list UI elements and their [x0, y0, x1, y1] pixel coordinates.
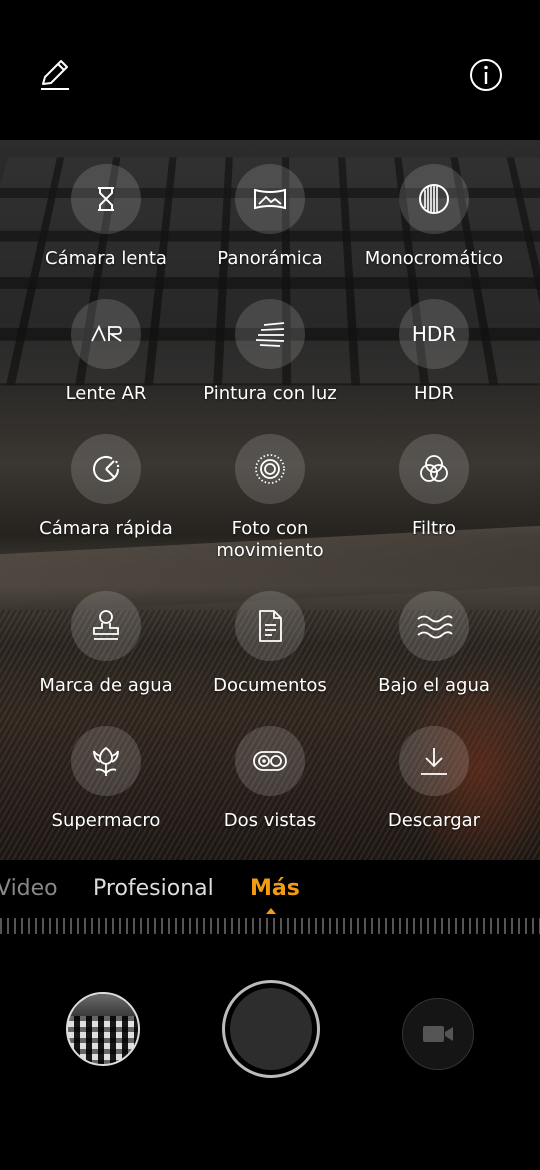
watermark-stamp-icon [71, 591, 141, 661]
panorama-icon [235, 164, 305, 234]
mode-monochrome[interactable]: Monocromático [344, 164, 524, 270]
camera-controls [0, 940, 540, 1170]
mode-label: Panorámica [217, 248, 323, 269]
mode-download[interactable]: Descargar [344, 726, 524, 832]
mode-light-painting[interactable]: Pintura con luz [180, 299, 360, 405]
video-camera-icon[interactable] [402, 998, 474, 1070]
pencil-icon[interactable] [34, 55, 74, 95]
download-icon [399, 726, 469, 796]
shutter-button[interactable] [222, 980, 320, 1078]
mode-label: Filtro [411, 518, 457, 539]
mode-label: Foto con movimiento [216, 518, 324, 561]
mode-label: Cámara lenta [45, 248, 167, 269]
mode-supermacro[interactable]: Supermacro [16, 726, 196, 832]
mode-label: Cámara rápida [39, 518, 173, 539]
mode-moving-picture[interactable]: Foto con movimiento [180, 434, 360, 562]
hourglass-icon [71, 164, 141, 234]
tab-video[interactable]: Video [0, 876, 58, 901]
mode-watermark[interactable]: Marca de agua [16, 591, 196, 697]
document-icon [235, 591, 305, 661]
mode-filter[interactable]: Filtro [344, 434, 524, 540]
tab-professional[interactable]: Profesional [93, 876, 214, 901]
flower-macro-icon [71, 726, 141, 796]
hdr-icon: HDR [399, 299, 469, 369]
mode-dual-view[interactable]: Dos vistas [180, 726, 360, 832]
hdr-icon-text: HDR [411, 322, 457, 346]
tab-more[interactable]: Más [250, 876, 300, 901]
moving-picture-icon [235, 434, 305, 504]
top-bar [0, 0, 540, 140]
mode-grid: Cámara lenta Panorámica Monocromático Le… [0, 140, 540, 860]
mode-label: Marca de agua [39, 675, 173, 696]
mode-documents[interactable]: Documentos [180, 591, 360, 697]
underwater-waves-icon [399, 591, 469, 661]
mode-label: Supermacro [51, 810, 161, 831]
mode-label: Descargar [387, 810, 481, 831]
mode-label: Dos vistas [223, 810, 317, 831]
light-painting-icon [235, 299, 305, 369]
mode-label: Documentos [213, 675, 327, 696]
mode-underwater[interactable]: Bajo el agua [344, 591, 524, 697]
active-tab-indicator [266, 908, 276, 914]
mode-slow-motion[interactable]: Cámara lenta [16, 164, 196, 270]
filter-icon [399, 434, 469, 504]
mode-hdr[interactable]: HDR HDR [344, 299, 524, 405]
monochrome-icon [399, 164, 469, 234]
info-icon[interactable] [466, 55, 506, 95]
mode-panorama[interactable]: Panorámica [180, 164, 360, 270]
time-lapse-icon [71, 434, 141, 504]
mode-ar-lens[interactable]: Lente AR [16, 299, 196, 405]
mode-time-lapse[interactable]: Cámara rápida [16, 434, 196, 540]
mode-label: Lente AR [65, 383, 147, 404]
dual-view-icon [235, 726, 305, 796]
mode-selector: Video Profesional Más [0, 860, 540, 940]
ar-lens-icon [71, 299, 141, 369]
mode-label: Bajo el agua [378, 675, 490, 696]
gallery-thumbnail[interactable] [66, 992, 140, 1066]
mode-label: HDR [414, 383, 454, 404]
mode-label: Pintura con luz [203, 383, 337, 404]
mode-label: Monocromático [364, 248, 504, 269]
zoom-scale-ticks [0, 918, 540, 934]
